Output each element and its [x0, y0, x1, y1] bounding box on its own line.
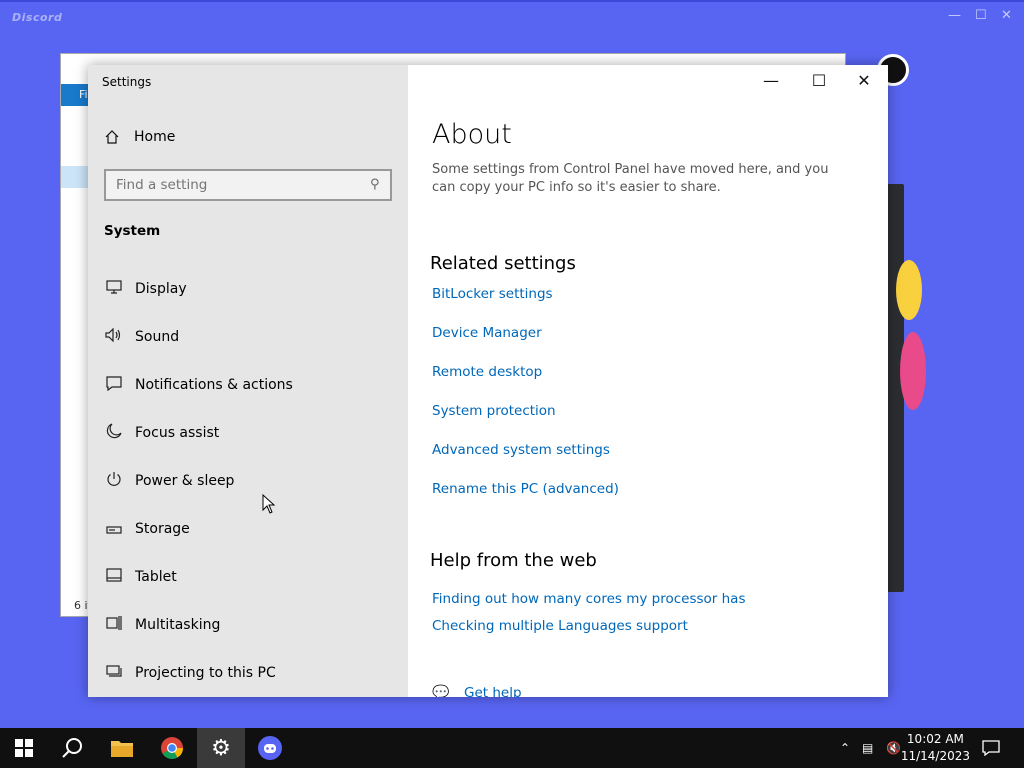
explorer-nav-highlight: [61, 166, 89, 188]
nav-label: Sound: [135, 329, 180, 345]
settings-taskbar-button[interactable]: ⚙: [197, 728, 245, 768]
nav-item-focus-assist[interactable]: Focus assist: [88, 409, 408, 457]
nav-label: Multitasking: [135, 617, 221, 633]
discord-icon: [258, 736, 282, 760]
folder-icon: [111, 741, 133, 757]
windows-icon: [15, 739, 33, 757]
storage-icon: [103, 520, 125, 538]
monitor-icon: [103, 280, 125, 298]
nav-item-storage[interactable]: Storage: [88, 505, 408, 553]
nav-label: Storage: [135, 521, 190, 537]
notification-icon: [103, 375, 125, 395]
taskbar: ⚙ ⌃ ▤ 🔇 10:02 AM 11/14/2023: [0, 728, 1024, 768]
nav-item-projecting[interactable]: Projecting to this PC: [88, 649, 408, 697]
home-label: Home: [134, 129, 176, 145]
clock-date: 11/14/2023: [900, 749, 970, 763]
volume-muted-icon: 🔇: [886, 741, 901, 755]
power-icon: [103, 471, 125, 491]
settings-sidebar: Settings Home ⚲ System Display Sound Not…: [88, 65, 408, 697]
link-system-protection[interactable]: System protection: [432, 403, 556, 419]
discord-maximize-icon[interactable]: ☐: [975, 8, 987, 23]
gear-icon: ⚙: [211, 735, 231, 761]
link-bitlocker[interactable]: BitLocker settings: [432, 286, 553, 302]
start-button[interactable]: [0, 728, 48, 768]
section-heading: System: [104, 223, 161, 239]
nav-item-notifications[interactable]: Notifications & actions: [88, 361, 408, 409]
chrome-icon: [161, 737, 183, 759]
settings-window: Settings Home ⚲ System Display Sound Not…: [88, 65, 888, 697]
window-title: Settings: [102, 75, 152, 89]
link-device-manager[interactable]: Device Manager: [432, 325, 542, 341]
page-title: About: [432, 119, 512, 150]
clock[interactable]: 10:02 AM 11/14/2023: [901, 731, 970, 765]
nav-label: Focus assist: [135, 425, 220, 441]
link-languages-support[interactable]: Checking multiple Languages support: [432, 618, 688, 634]
chevron-up-icon: ⌃: [840, 741, 851, 755]
home-icon: [105, 130, 119, 144]
moon-icon: [103, 423, 125, 443]
nav-item-multitasking[interactable]: Multitasking: [88, 601, 408, 649]
mouse-cursor-icon: [262, 494, 276, 514]
nav-label: Display: [135, 281, 187, 297]
help-heading: Help from the web: [430, 550, 597, 571]
link-rename-pc[interactable]: Rename this PC (advanced): [432, 481, 619, 497]
explorer-ribbon-tab[interactable]: Fi: [79, 88, 88, 101]
discord-title: Discord: [12, 11, 63, 24]
show-hidden-icons[interactable]: ⌃: [840, 728, 850, 768]
about-pane: — ☐ ✕ About Some settings from Control P…: [408, 65, 888, 697]
link-get-help[interactable]: Get help: [464, 685, 522, 697]
network-status[interactable]: ▤: [862, 728, 873, 768]
multitasking-icon: [103, 615, 125, 635]
discord-taskbar-button[interactable]: [246, 728, 294, 768]
action-center-button[interactable]: [982, 728, 1000, 768]
home-nav[interactable]: Home: [104, 129, 175, 145]
discord-close-icon[interactable]: ✕: [1001, 8, 1012, 23]
minimize-icon[interactable]: —: [748, 71, 794, 91]
file-explorer-button[interactable]: [98, 728, 146, 768]
page-description: Some settings from Control Panel have mo…: [432, 162, 829, 195]
close-icon[interactable]: ✕: [841, 71, 887, 91]
decor-pink: [900, 332, 926, 410]
taskbar-search-icon: [62, 738, 82, 758]
discord-minimize-icon[interactable]: —: [948, 8, 961, 23]
chrome-button[interactable]: [148, 728, 196, 768]
speaker-icon: [103, 327, 125, 346]
link-processor-cores[interactable]: Finding out how many cores my processor …: [432, 591, 745, 607]
nav-label: Tablet: [135, 569, 177, 585]
related-settings-heading: Related settings: [430, 253, 576, 274]
nav-label: Power & sleep: [135, 473, 235, 489]
link-advanced-system-settings[interactable]: Advanced system settings: [432, 442, 610, 458]
nav-item-tablet[interactable]: Tablet: [88, 553, 408, 601]
volume-status[interactable]: 🔇: [886, 728, 901, 768]
search-input[interactable]: [104, 169, 392, 201]
search-button[interactable]: [48, 728, 96, 768]
nav-item-sound[interactable]: Sound: [88, 313, 408, 361]
projector-icon: [103, 664, 125, 682]
maximize-icon[interactable]: ☐: [796, 71, 842, 91]
link-remote-desktop[interactable]: Remote desktop: [432, 364, 542, 380]
decor-yellow: [896, 260, 922, 320]
clock-time: 10:02 AM: [906, 732, 964, 746]
nav-item-display[interactable]: Display: [88, 265, 408, 313]
tablet-icon: [103, 568, 125, 586]
nav-item-power-sleep[interactable]: Power & sleep: [88, 457, 408, 505]
network-icon: ▤: [862, 741, 874, 755]
system-nav-list: Display Sound Notifications & actions Fo…: [88, 265, 408, 697]
nav-label: Projecting to this PC: [135, 665, 276, 681]
notification-center-icon: [982, 740, 1000, 756]
search-icon[interactable]: ⚲: [370, 177, 380, 192]
help-chat-icon: 💬: [432, 685, 450, 697]
nav-label: Notifications & actions: [135, 377, 293, 393]
